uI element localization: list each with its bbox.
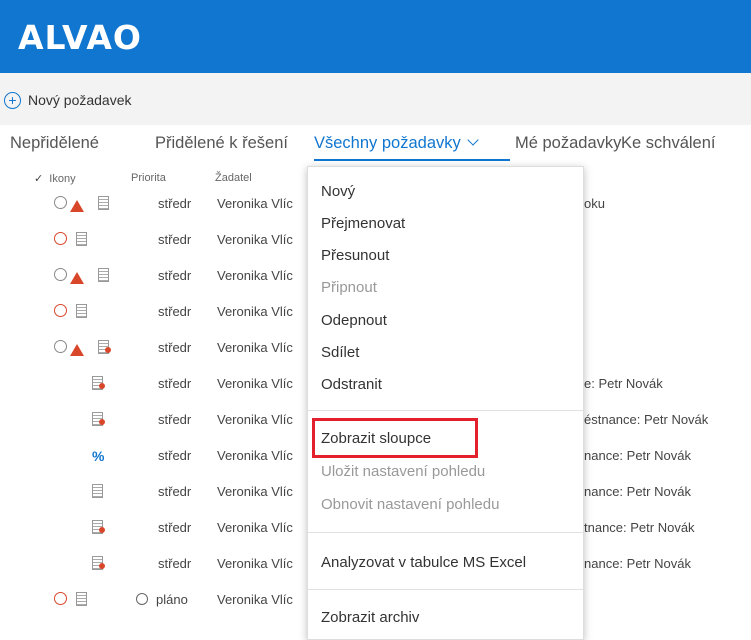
doc-icon — [76, 592, 92, 608]
menu-item-restore-view: Obnovit nastavení pohledu — [321, 496, 500, 513]
doc-icon — [76, 304, 92, 320]
requester-cell: Veronika Vlíc — [217, 592, 293, 607]
menu-item-show-archive[interactable]: Zobrazit archiv — [321, 609, 419, 626]
column-header-requester[interactable]: Žadatel — [215, 172, 252, 184]
percent-x-icon: % — [92, 448, 105, 464]
priority-cell: středr — [158, 520, 192, 535]
description-cell: nance: Petr Novák — [584, 556, 691, 571]
clock-icon — [54, 304, 70, 320]
requester-cell: Veronika Vlíc — [217, 556, 293, 571]
menu-item-delete[interactable]: Odstranit — [321, 376, 382, 393]
requester-cell: Veronika Vlíc — [217, 448, 293, 463]
requester-cell: Veronika Vlíc — [217, 412, 293, 427]
doc-person-icon — [92, 556, 108, 572]
view-dropdown-menu: Nový Přejmenovat Přesunout Připnout Odep… — [307, 166, 584, 640]
menu-item-new[interactable]: Nový — [321, 183, 355, 200]
priority-cell: středr — [158, 376, 192, 391]
description-cell: oku — [584, 196, 605, 211]
priority-text: pláno — [156, 592, 188, 607]
clock-icon — [54, 232, 70, 248]
requester-cell: Veronika Vlíc — [217, 340, 293, 355]
priority-cell: středr — [158, 556, 192, 571]
clock-alert-icon — [54, 196, 70, 212]
requester-cell: Veronika Vlíc — [217, 520, 293, 535]
chevron-down-icon — [467, 134, 479, 146]
priority-cell: středr — [158, 304, 192, 319]
menu-item-rename[interactable]: Přejmenovat — [321, 215, 405, 232]
priority-cell: středr — [158, 232, 192, 247]
doc-person-icon — [92, 376, 108, 392]
new-request-label: Nový požadavek — [28, 92, 132, 108]
doc-icon — [98, 196, 114, 212]
menu-item-save-view: Uložit nastavení pohledu — [321, 463, 486, 480]
menu-separator — [308, 589, 583, 590]
checkmark-icon: ✓ — [34, 173, 44, 185]
description-cell: nance: Petr Novák — [584, 448, 691, 463]
description-cell: e: Petr Novák — [584, 376, 663, 391]
priority-cell: středr — [158, 196, 192, 211]
menu-item-unpin[interactable]: Odepnout — [321, 312, 387, 329]
menu-item-pin: Připnout — [321, 279, 377, 296]
doc-person-icon — [98, 340, 114, 356]
tab-assigned-to-solve[interactable]: Přidělené k řešení — [155, 134, 288, 153]
requester-cell: Veronika Vlíc — [217, 196, 293, 211]
tab-unassigned[interactable]: Nepřidělené — [10, 134, 99, 153]
priority-cell: středr — [158, 268, 192, 283]
priority-cell: středr — [158, 412, 192, 427]
column-header-icons[interactable]: ✓ Ikony — [34, 172, 76, 185]
clock-alert-icon — [54, 340, 70, 356]
description-cell: tnance: Petr Novák — [584, 520, 695, 535]
top-bar: ALVAO — [0, 0, 751, 73]
action-bar: + Nový požadavek — [0, 73, 751, 125]
clock-alert-icon — [54, 268, 70, 284]
doc-icon — [76, 232, 92, 248]
column-icons-label: Ikony — [49, 173, 76, 185]
doc-icon — [98, 268, 114, 284]
menu-item-move[interactable]: Přesunout — [321, 247, 389, 264]
requester-cell: Veronika Vlíc — [217, 484, 293, 499]
description-cell: éstnance: Petr Novák — [584, 412, 709, 427]
priority-cell: středr — [158, 484, 192, 499]
tab-for-approval[interactable]: Ke schválení — [621, 134, 715, 153]
requester-cell: Veronika Vlíc — [217, 268, 293, 283]
clock-icon — [54, 592, 70, 608]
requester-cell: Veronika Vlíc — [217, 376, 293, 391]
clock-icon — [136, 593, 148, 605]
new-request-button[interactable]: + Nový požadavek — [4, 90, 132, 110]
doc-person-icon — [92, 412, 108, 428]
priority-cell: středr — [158, 340, 192, 355]
alert-icon — [70, 200, 86, 216]
requester-cell: Veronika Vlíc — [217, 232, 293, 247]
menu-item-analyze-excel[interactable]: Analyzovat v tabulce MS Excel — [321, 554, 526, 571]
alert-icon — [70, 272, 86, 288]
description-cell: nance: Petr Novák — [584, 484, 691, 499]
tab-all-requests-label: Všechny požadavky — [314, 134, 461, 152]
alvao-logo[interactable]: ALVAO — [18, 18, 142, 57]
menu-item-share[interactable]: Sdílet — [321, 344, 359, 361]
active-tab-underline — [314, 159, 510, 161]
tab-my-requests[interactable]: Mé požadavky — [515, 134, 621, 153]
alert-icon — [70, 344, 86, 360]
column-header-priority[interactable]: Priorita — [131, 172, 166, 184]
plus-circle-icon: + — [4, 91, 21, 109]
tab-all-requests[interactable]: Všechny požadavky — [314, 134, 479, 153]
highlight-box — [312, 418, 478, 458]
requester-cell: Veronika Vlíc — [217, 304, 293, 319]
menu-separator — [308, 532, 583, 533]
doc-person-icon — [92, 520, 108, 536]
priority-cell: středr — [158, 448, 192, 463]
priority-cell: pláno — [136, 592, 188, 607]
menu-separator — [308, 410, 583, 411]
doc-icon — [92, 484, 108, 500]
